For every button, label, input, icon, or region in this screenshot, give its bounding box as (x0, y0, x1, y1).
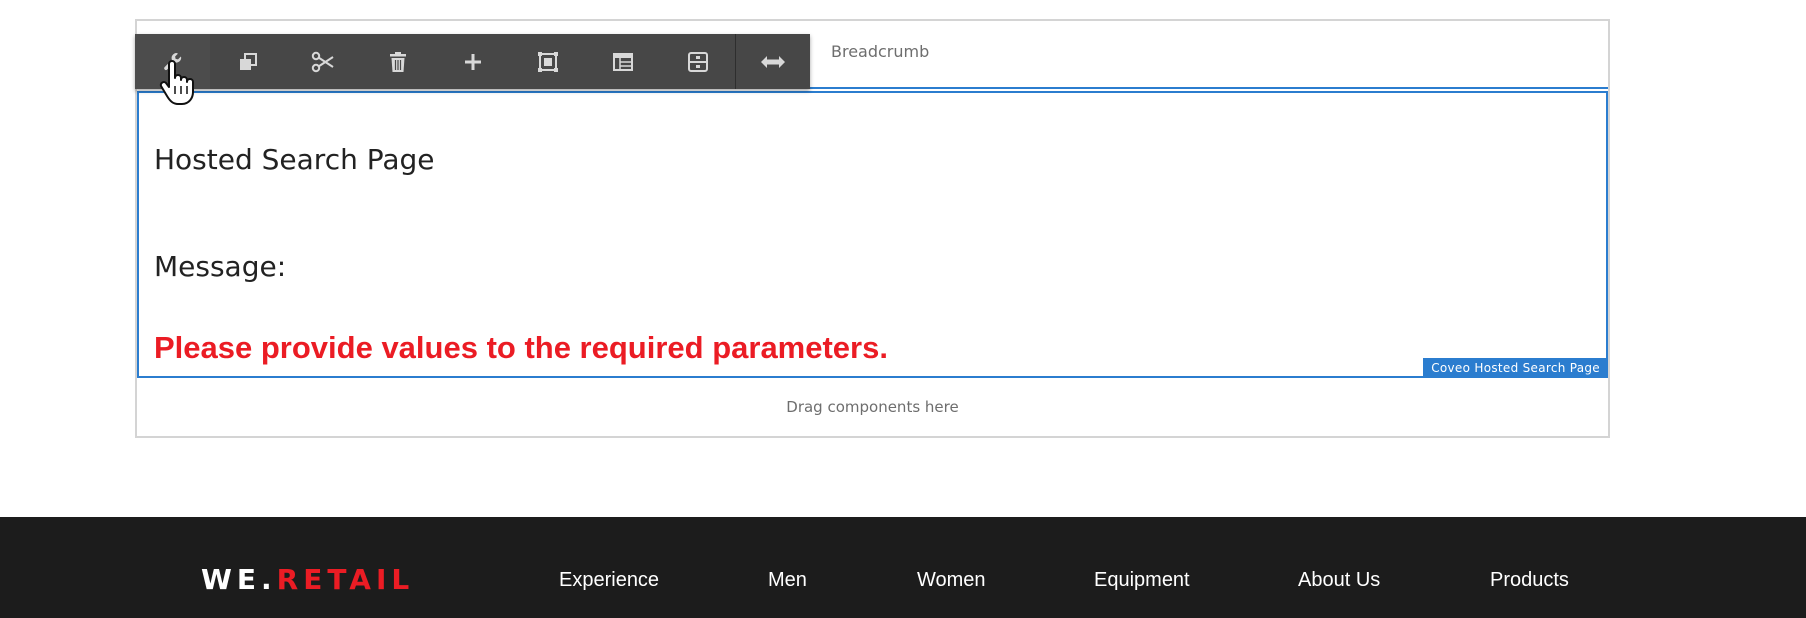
component-toolbar (135, 34, 810, 89)
logo-we: WE (201, 563, 262, 596)
copy-icon (237, 51, 259, 73)
logo-retail: RETAIL (276, 563, 415, 596)
resize-button[interactable] (735, 34, 809, 89)
breadcrumb-label: Breadcrumb (831, 42, 930, 61)
trash-icon (388, 51, 408, 73)
cut-button[interactable] (285, 34, 360, 89)
drop-zone-label: Drag components here (786, 398, 959, 416)
drop-zone[interactable]: Drag components here (137, 379, 1608, 436)
nav-about-us[interactable]: About Us (1298, 569, 1380, 592)
resize-arrows-icon (760, 54, 786, 70)
group-frame-icon (537, 51, 559, 73)
error-message: Please provide values to the required pa… (154, 330, 888, 365)
insert-button[interactable] (435, 34, 510, 89)
site-footer: WE.RETAIL Experience Men Women Equipment… (0, 517, 1806, 618)
layout-button[interactable] (585, 34, 660, 89)
message-label: Message: (154, 250, 287, 283)
hosted-search-page-component[interactable]: Hosted Search Page Message: Please provi… (137, 91, 1608, 378)
scissors-icon (311, 51, 335, 73)
delete-button[interactable] (360, 34, 435, 89)
nav-women[interactable]: Women (917, 569, 986, 592)
group-button[interactable] (510, 34, 585, 89)
wrench-icon (162, 51, 184, 73)
nav-equipment[interactable]: Equipment (1094, 569, 1190, 592)
configure-button[interactable] (135, 34, 210, 89)
parent-icon (687, 51, 709, 73)
logo-dot: . (261, 563, 277, 596)
parent-button[interactable] (660, 34, 735, 89)
nav-men[interactable]: Men (768, 569, 807, 592)
component-name-badge: Coveo Hosted Search Page (1423, 358, 1608, 378)
page-title: Hosted Search Page (154, 143, 435, 176)
layout-icon (612, 51, 634, 73)
we-retail-logo[interactable]: WE.RETAIL (201, 563, 414, 596)
nav-products[interactable]: Products (1490, 569, 1569, 592)
copy-button[interactable] (210, 34, 285, 89)
nav-experience[interactable]: Experience (559, 569, 659, 592)
plus-icon (464, 53, 482, 71)
